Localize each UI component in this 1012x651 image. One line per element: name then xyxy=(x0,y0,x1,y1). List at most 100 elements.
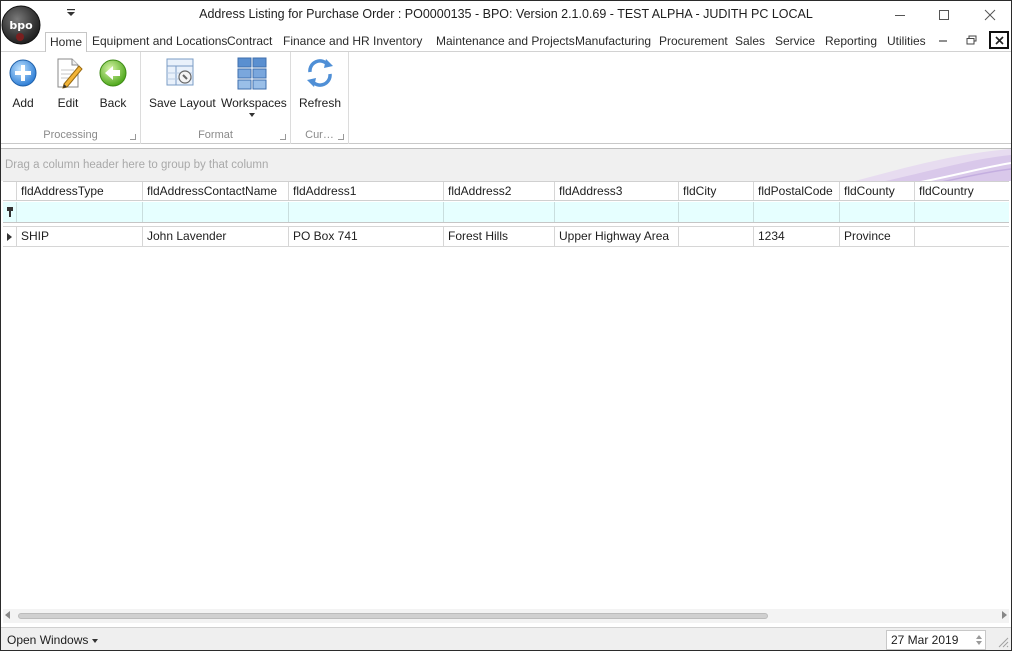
tab-maintenance-and-projects[interactable]: Maintenance and Projects xyxy=(432,32,579,52)
app-window: Address Listing for Purchase Order : PO0… xyxy=(0,0,1012,651)
horizontal-scrollbar[interactable] xyxy=(3,609,1009,623)
spinner-icon[interactable] xyxy=(975,633,983,647)
address-grid: fldAddressType fldAddressContactName fld… xyxy=(3,181,1009,611)
group-launcher-icon[interactable] xyxy=(280,134,286,140)
auto-filter-row xyxy=(3,202,1009,223)
resize-grip-icon[interactable] xyxy=(997,636,1009,648)
back-button[interactable]: Back xyxy=(97,56,129,110)
filter-cell-postal-code[interactable] xyxy=(753,202,839,222)
cell-postal-code[interactable]: 1234 xyxy=(753,227,839,246)
column-header-address-type[interactable]: fldAddressType xyxy=(16,182,142,200)
tab-contract[interactable]: Contract xyxy=(223,32,276,52)
cell-city[interactable] xyxy=(678,227,753,246)
tab-equipment-and-locations[interactable]: Equipment and Locations xyxy=(88,32,231,52)
workspaces-icon xyxy=(237,57,267,90)
filter-cell-county[interactable] xyxy=(839,202,914,222)
column-header-address2[interactable]: fldAddress2 xyxy=(443,182,554,200)
close-icon xyxy=(984,9,996,21)
save-layout-button[interactable]: Save Layout xyxy=(149,56,216,110)
open-windows-label: Open Windows xyxy=(7,633,89,647)
maximize-button[interactable] xyxy=(921,1,967,29)
date-field[interactable]: 27 Mar 2019 xyxy=(886,630,986,650)
ribbon-tabs: Home Equipment and Locations Contract Fi… xyxy=(1,29,1011,53)
add-button[interactable]: Add xyxy=(7,56,39,110)
group-launcher-icon[interactable] xyxy=(338,134,344,140)
cell-contact-name[interactable]: John Lavender xyxy=(142,227,288,246)
save-layout-icon xyxy=(166,58,194,86)
refresh-icon xyxy=(307,59,333,87)
tab-inventory[interactable]: Inventory xyxy=(369,32,426,52)
ribbon-group-processing: Add Edit Back Processing xyxy=(1,52,141,144)
edit-icon xyxy=(57,58,83,89)
filter-cell-address1[interactable] xyxy=(288,202,443,222)
mdi-minimize-button[interactable] xyxy=(933,31,953,49)
table-row[interactable]: SHIP John Lavender PO Box 741 Forest Hil… xyxy=(3,226,1009,247)
save-layout-button-label: Save Layout xyxy=(149,96,216,110)
minimize-icon xyxy=(895,15,905,16)
filter-cell-address-type[interactable] xyxy=(16,202,142,222)
cell-country[interactable] xyxy=(914,227,1009,246)
column-header-contact-name[interactable]: fldAddressContactName xyxy=(142,182,288,200)
column-header-postal-code[interactable]: fldPostalCode xyxy=(753,182,839,200)
ribbon-group-current: Refresh Cur… xyxy=(291,52,349,144)
minimize-button[interactable] xyxy=(877,1,923,29)
cell-address-type[interactable]: SHIP xyxy=(16,227,142,246)
tab-home[interactable]: Home xyxy=(45,32,88,53)
mdi-close-button[interactable] xyxy=(989,31,1009,49)
tab-service[interactable]: Service xyxy=(771,32,819,52)
column-header-address3[interactable]: fldAddress3 xyxy=(554,182,678,200)
svg-text:bpo: bpo xyxy=(9,19,33,32)
tab-procurement[interactable]: Procurement xyxy=(655,32,732,52)
group-by-hint: Drag a column header here to group by th… xyxy=(5,159,269,171)
window-title: Address Listing for Purchase Order : PO0… xyxy=(199,7,813,21)
filter-pin-icon xyxy=(7,207,13,217)
scroll-right-icon[interactable] xyxy=(1002,611,1007,619)
ribbon-group-label: Format xyxy=(198,129,233,141)
open-windows-menu[interactable]: Open Windows xyxy=(7,633,99,647)
close-button[interactable] xyxy=(967,1,1011,29)
minimize-icon xyxy=(939,40,947,42)
mdi-restore-button[interactable] xyxy=(961,31,981,49)
group-by-panel[interactable]: Drag a column header here to group by th… xyxy=(1,148,1011,181)
column-header-country[interactable]: fldCountry xyxy=(914,182,1009,200)
cell-address1[interactable]: PO Box 741 xyxy=(288,227,443,246)
group-launcher-icon[interactable] xyxy=(130,134,136,140)
edit-button[interactable]: Edit xyxy=(52,56,84,110)
maximize-icon xyxy=(939,10,949,20)
filter-cell-contact-name[interactable] xyxy=(142,202,288,222)
edit-button-label: Edit xyxy=(57,96,79,110)
scrollbar-thumb[interactable] xyxy=(18,613,768,619)
workspaces-button[interactable]: Workspaces xyxy=(221,56,287,118)
chevron-down-icon xyxy=(92,638,99,643)
tab-finance-and-hr[interactable]: Finance and HR xyxy=(279,32,374,52)
tab-manufacturing[interactable]: Manufacturing xyxy=(571,32,655,52)
filter-cell-city[interactable] xyxy=(678,202,753,222)
scroll-left-icon[interactable] xyxy=(5,611,10,619)
tab-utilities[interactable]: Utilities xyxy=(883,32,930,52)
cell-county[interactable]: Province xyxy=(839,227,914,246)
refresh-button[interactable]: Refresh xyxy=(296,56,344,110)
grid-header-row: fldAddressType fldAddressContactName fld… xyxy=(3,181,1009,201)
restore-icon xyxy=(966,35,976,45)
cell-address3[interactable]: Upper Highway Area xyxy=(554,227,678,246)
decorative-swoosh xyxy=(854,149,1011,181)
column-header-address1[interactable]: fldAddress1 xyxy=(288,182,443,200)
tab-reporting[interactable]: Reporting xyxy=(821,32,881,52)
back-icon xyxy=(99,59,127,87)
title-bar: Address Listing for Purchase Order : PO0… xyxy=(1,1,1011,29)
chevron-down-icon xyxy=(249,113,255,117)
close-icon xyxy=(994,35,1004,45)
workspaces-button-label: Workspaces xyxy=(221,96,287,110)
add-icon xyxy=(9,59,37,87)
column-header-county[interactable]: fldCounty xyxy=(839,182,914,200)
filter-cell-address2[interactable] xyxy=(443,202,554,222)
row-indicator-header xyxy=(3,182,16,200)
status-bar: Open Windows 27 Mar 2019 xyxy=(1,627,1011,650)
tab-sales[interactable]: Sales xyxy=(731,32,769,52)
filter-cell-address3[interactable] xyxy=(554,202,678,222)
ribbon-group-label: Processing xyxy=(43,129,98,141)
filter-cell-country[interactable] xyxy=(914,202,1009,222)
bpo-logo-icon[interactable]: bpo xyxy=(1,4,41,46)
column-header-city[interactable]: fldCity xyxy=(678,182,753,200)
cell-address2[interactable]: Forest Hills xyxy=(443,227,554,246)
